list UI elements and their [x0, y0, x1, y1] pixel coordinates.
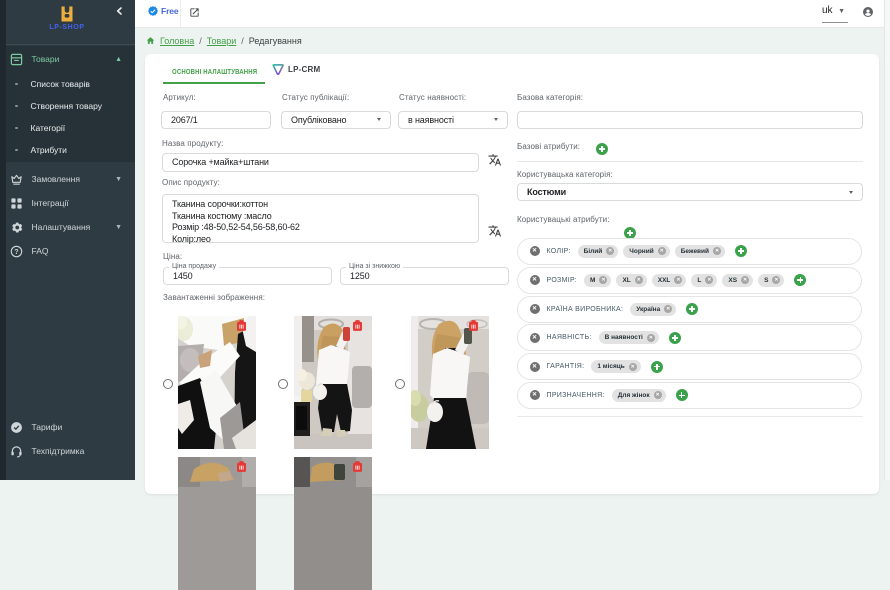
svg-text:?: ? [14, 248, 18, 255]
